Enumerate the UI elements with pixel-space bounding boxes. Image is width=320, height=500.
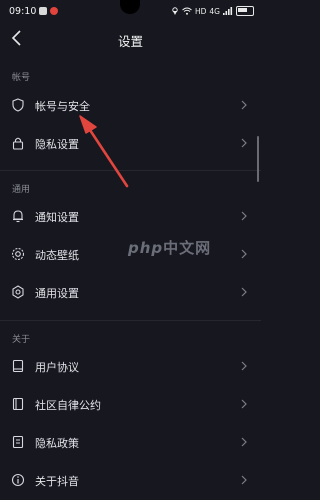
battery-icon <box>236 6 254 16</box>
settings-item-notifications[interactable]: 通知设置 <box>0 197 254 235</box>
camera-notch <box>120 0 140 14</box>
settings-item-label: 隐私设置 <box>35 138 79 151</box>
privacy-doc-icon <box>12 435 24 449</box>
notification-icons <box>39 7 58 15</box>
page-title: 设置 <box>117 34 143 49</box>
settings-item-about-douyin[interactable]: 关于抖音 <box>0 461 254 499</box>
wifi-icon <box>182 7 192 15</box>
scrollbar[interactable] <box>257 136 259 182</box>
chevron-right-icon <box>241 249 247 259</box>
section-title-general: 通用 <box>12 185 31 195</box>
wallpaper-icon <box>11 247 25 261</box>
settings-item-account-security[interactable]: 帐号与安全 <box>0 86 254 124</box>
signal-icon <box>223 7 233 15</box>
section-title-account: 帐号 <box>12 73 31 83</box>
settings-item-label: 通知设置 <box>35 211 79 224</box>
lock-icon <box>12 137 24 150</box>
notification-app-icon <box>39 7 47 15</box>
settings-item-general[interactable]: 通用设置 <box>0 273 254 311</box>
settings-item-label: 用户协议 <box>35 361 79 374</box>
chevron-right-icon <box>241 475 247 485</box>
section-divider <box>0 170 261 171</box>
settings-item-label: 关于抖音 <box>35 475 79 488</box>
chevron-right-icon <box>241 211 247 221</box>
signal-label: 4G <box>209 6 220 16</box>
watermark-cn: 中文网 <box>163 239 212 257</box>
settings-item-label: 帐号与安全 <box>35 100 90 113</box>
gear-icon <box>12 285 24 299</box>
settings-item-live-wallpaper[interactable]: 动态壁纸 <box>0 235 254 273</box>
watermark-php: php <box>128 239 164 257</box>
chevron-right-icon <box>241 287 247 297</box>
notification-douyin-icon <box>50 7 58 15</box>
settings-item-community-convention[interactable]: 社区自律公约 <box>0 385 254 423</box>
status-time: 09:10 <box>9 6 37 17</box>
settings-item-label: 动态壁纸 <box>35 249 79 262</box>
settings-item-label: 社区自律公约 <box>35 399 101 412</box>
location-icon <box>172 7 178 15</box>
settings-item-privacy-policy[interactable]: 隐私政策 <box>0 423 254 461</box>
book-icon <box>12 397 24 411</box>
settings-item-privacy[interactable]: 隐私设置 <box>0 124 254 162</box>
section-title-about: 关于 <box>12 335 31 345</box>
chevron-right-icon <box>241 361 247 371</box>
chevron-right-icon <box>241 399 247 409</box>
info-icon <box>11 473 25 487</box>
watermark: php中文网 <box>128 237 211 258</box>
header: 设置 <box>0 26 261 54</box>
status-right-icons: HD 4G <box>171 6 254 16</box>
settings-item-user-agreement[interactable]: 用户协议 <box>0 347 254 385</box>
bell-icon <box>13 210 23 223</box>
chevron-right-icon <box>241 100 247 110</box>
chevron-right-icon <box>241 138 247 148</box>
shield-icon <box>12 98 24 112</box>
chevron-right-icon <box>241 437 247 447</box>
section-divider <box>0 320 261 321</box>
settings-item-label: 隐私政策 <box>35 437 79 450</box>
hd-label: HD <box>194 6 207 16</box>
status-bar: 09:10 HD 4G <box>0 0 261 26</box>
document-icon <box>12 359 24 373</box>
settings-item-label: 通用设置 <box>35 287 79 300</box>
